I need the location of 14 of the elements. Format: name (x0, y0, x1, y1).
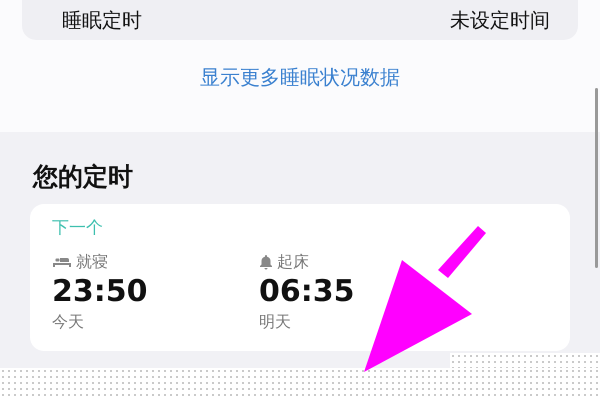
bed-icon (52, 255, 72, 268)
schedule-time: 23:50 (52, 274, 148, 310)
schedule-label: 起床 (277, 250, 309, 272)
bell-icon (259, 254, 273, 270)
show-more-link[interactable]: 显示更多睡眠状况数据 (200, 62, 400, 92)
card-heading: 下一个 (52, 217, 104, 240)
row-value: 未设定时间 (450, 8, 550, 32)
row-label: 睡眠定时 (62, 8, 142, 32)
schedule-label: 就寝 (76, 250, 108, 272)
schedule-card[interactable]: 下一个 就寝 23:50 今天 起床 06:35 明天 (30, 204, 570, 351)
section-title: 您的定时 (33, 161, 134, 193)
schedule-day: 今天 (52, 310, 259, 334)
schedule-time: 06:35 (259, 274, 356, 310)
schedule-day: 明天 (259, 310, 466, 334)
